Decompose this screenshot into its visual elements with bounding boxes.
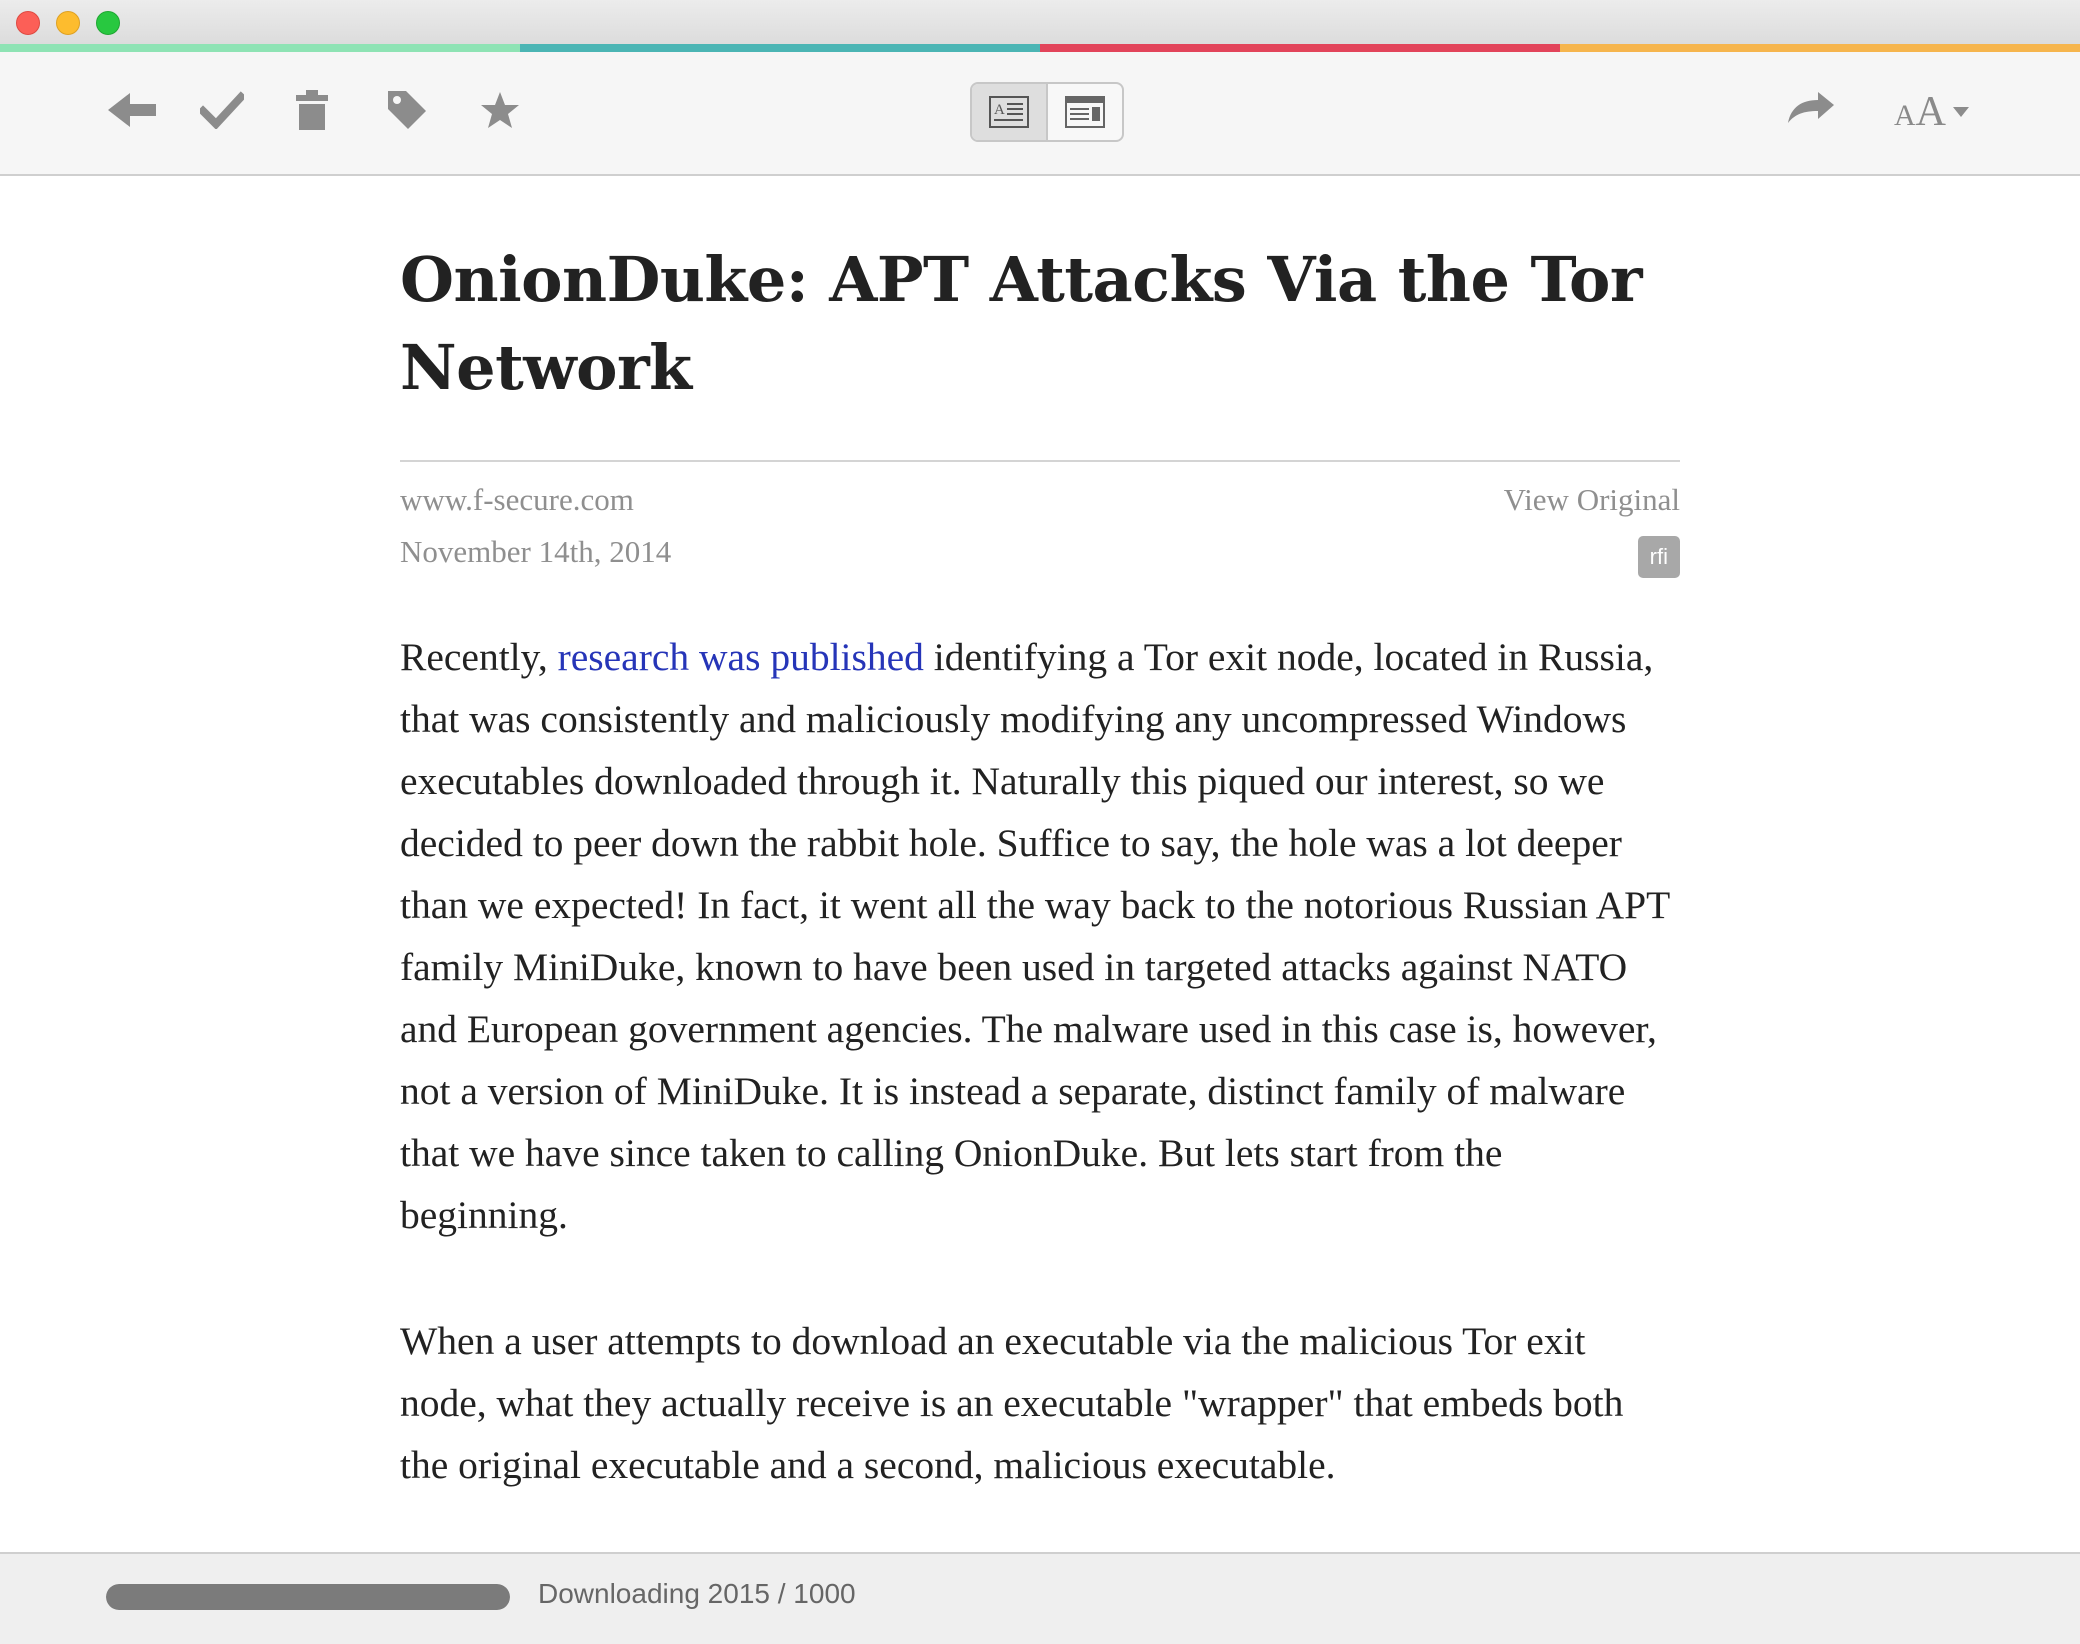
paragraph: When a user attempts to download an exec…	[400, 1319, 1624, 1487]
strip-segment	[1560, 44, 2080, 52]
view-mode-toggle: A	[970, 82, 1124, 142]
maximize-window-button[interactable]	[96, 11, 120, 35]
web-view-button[interactable]	[1048, 84, 1122, 140]
tag-icon[interactable]	[377, 80, 437, 140]
paragraph-text: Recently,	[400, 635, 558, 679]
minimize-window-button[interactable]	[56, 11, 80, 35]
article-title: OnionDuke: APT Attacks Via the Tor Netwo…	[400, 243, 1643, 404]
research-link[interactable]: research was published	[558, 635, 924, 679]
status-bar: Downloading 2015 / 1000	[0, 1552, 2080, 1644]
font-size-button[interactable]: A A	[1894, 88, 1970, 136]
chevron-down-icon	[1953, 107, 1970, 117]
article-view-icon: A	[989, 96, 1029, 128]
publish-date: November 14th, 2014	[400, 534, 672, 569]
share-icon[interactable]	[1781, 78, 1841, 138]
article-body: Recently, research was published identif…	[400, 626, 1680, 1496]
toolbar: A A A	[0, 52, 2080, 176]
progress-fill	[106, 1584, 510, 1610]
download-progress-bar	[106, 1584, 510, 1610]
article-meta: www.f-secure.com November 14th, 2014 Vie…	[400, 482, 1680, 592]
strip-segment	[520, 44, 1040, 52]
paragraph: Recently, research was published identif…	[400, 626, 1680, 1246]
source-domain: www.f-secure.com	[400, 482, 634, 517]
title-bar	[0, 0, 2080, 44]
view-original-link[interactable]: View Original	[1504, 482, 1680, 518]
color-strip	[0, 44, 2080, 52]
font-small-glyph: A	[1894, 99, 1916, 132]
article: OnionDuke: APT Attacks Via the Tor Netwo…	[400, 176, 1680, 1560]
download-status: Downloading 2015 / 1000	[538, 1578, 856, 1609]
svg-text:A: A	[994, 102, 1005, 118]
web-view-icon	[1065, 96, 1105, 128]
back-arrow-icon[interactable]	[102, 80, 162, 140]
trash-icon[interactable]	[282, 80, 342, 140]
paragraph-text: identifying a Tor exit node, located in …	[400, 635, 1670, 1237]
tag-badge[interactable]: rfi	[1637, 536, 1680, 578]
strip-segment	[0, 44, 520, 52]
close-window-button[interactable]	[16, 11, 40, 35]
reader-window: A A A OnionDuke: APT Attacks Via the Tor…	[0, 0, 2080, 1644]
divider	[400, 460, 1680, 462]
checkmark-icon[interactable]	[192, 80, 252, 140]
article-view-button[interactable]: A	[972, 84, 1048, 140]
star-icon[interactable]	[470, 80, 530, 140]
strip-segment	[1040, 44, 1560, 52]
font-large-glyph: A	[1915, 89, 1947, 135]
